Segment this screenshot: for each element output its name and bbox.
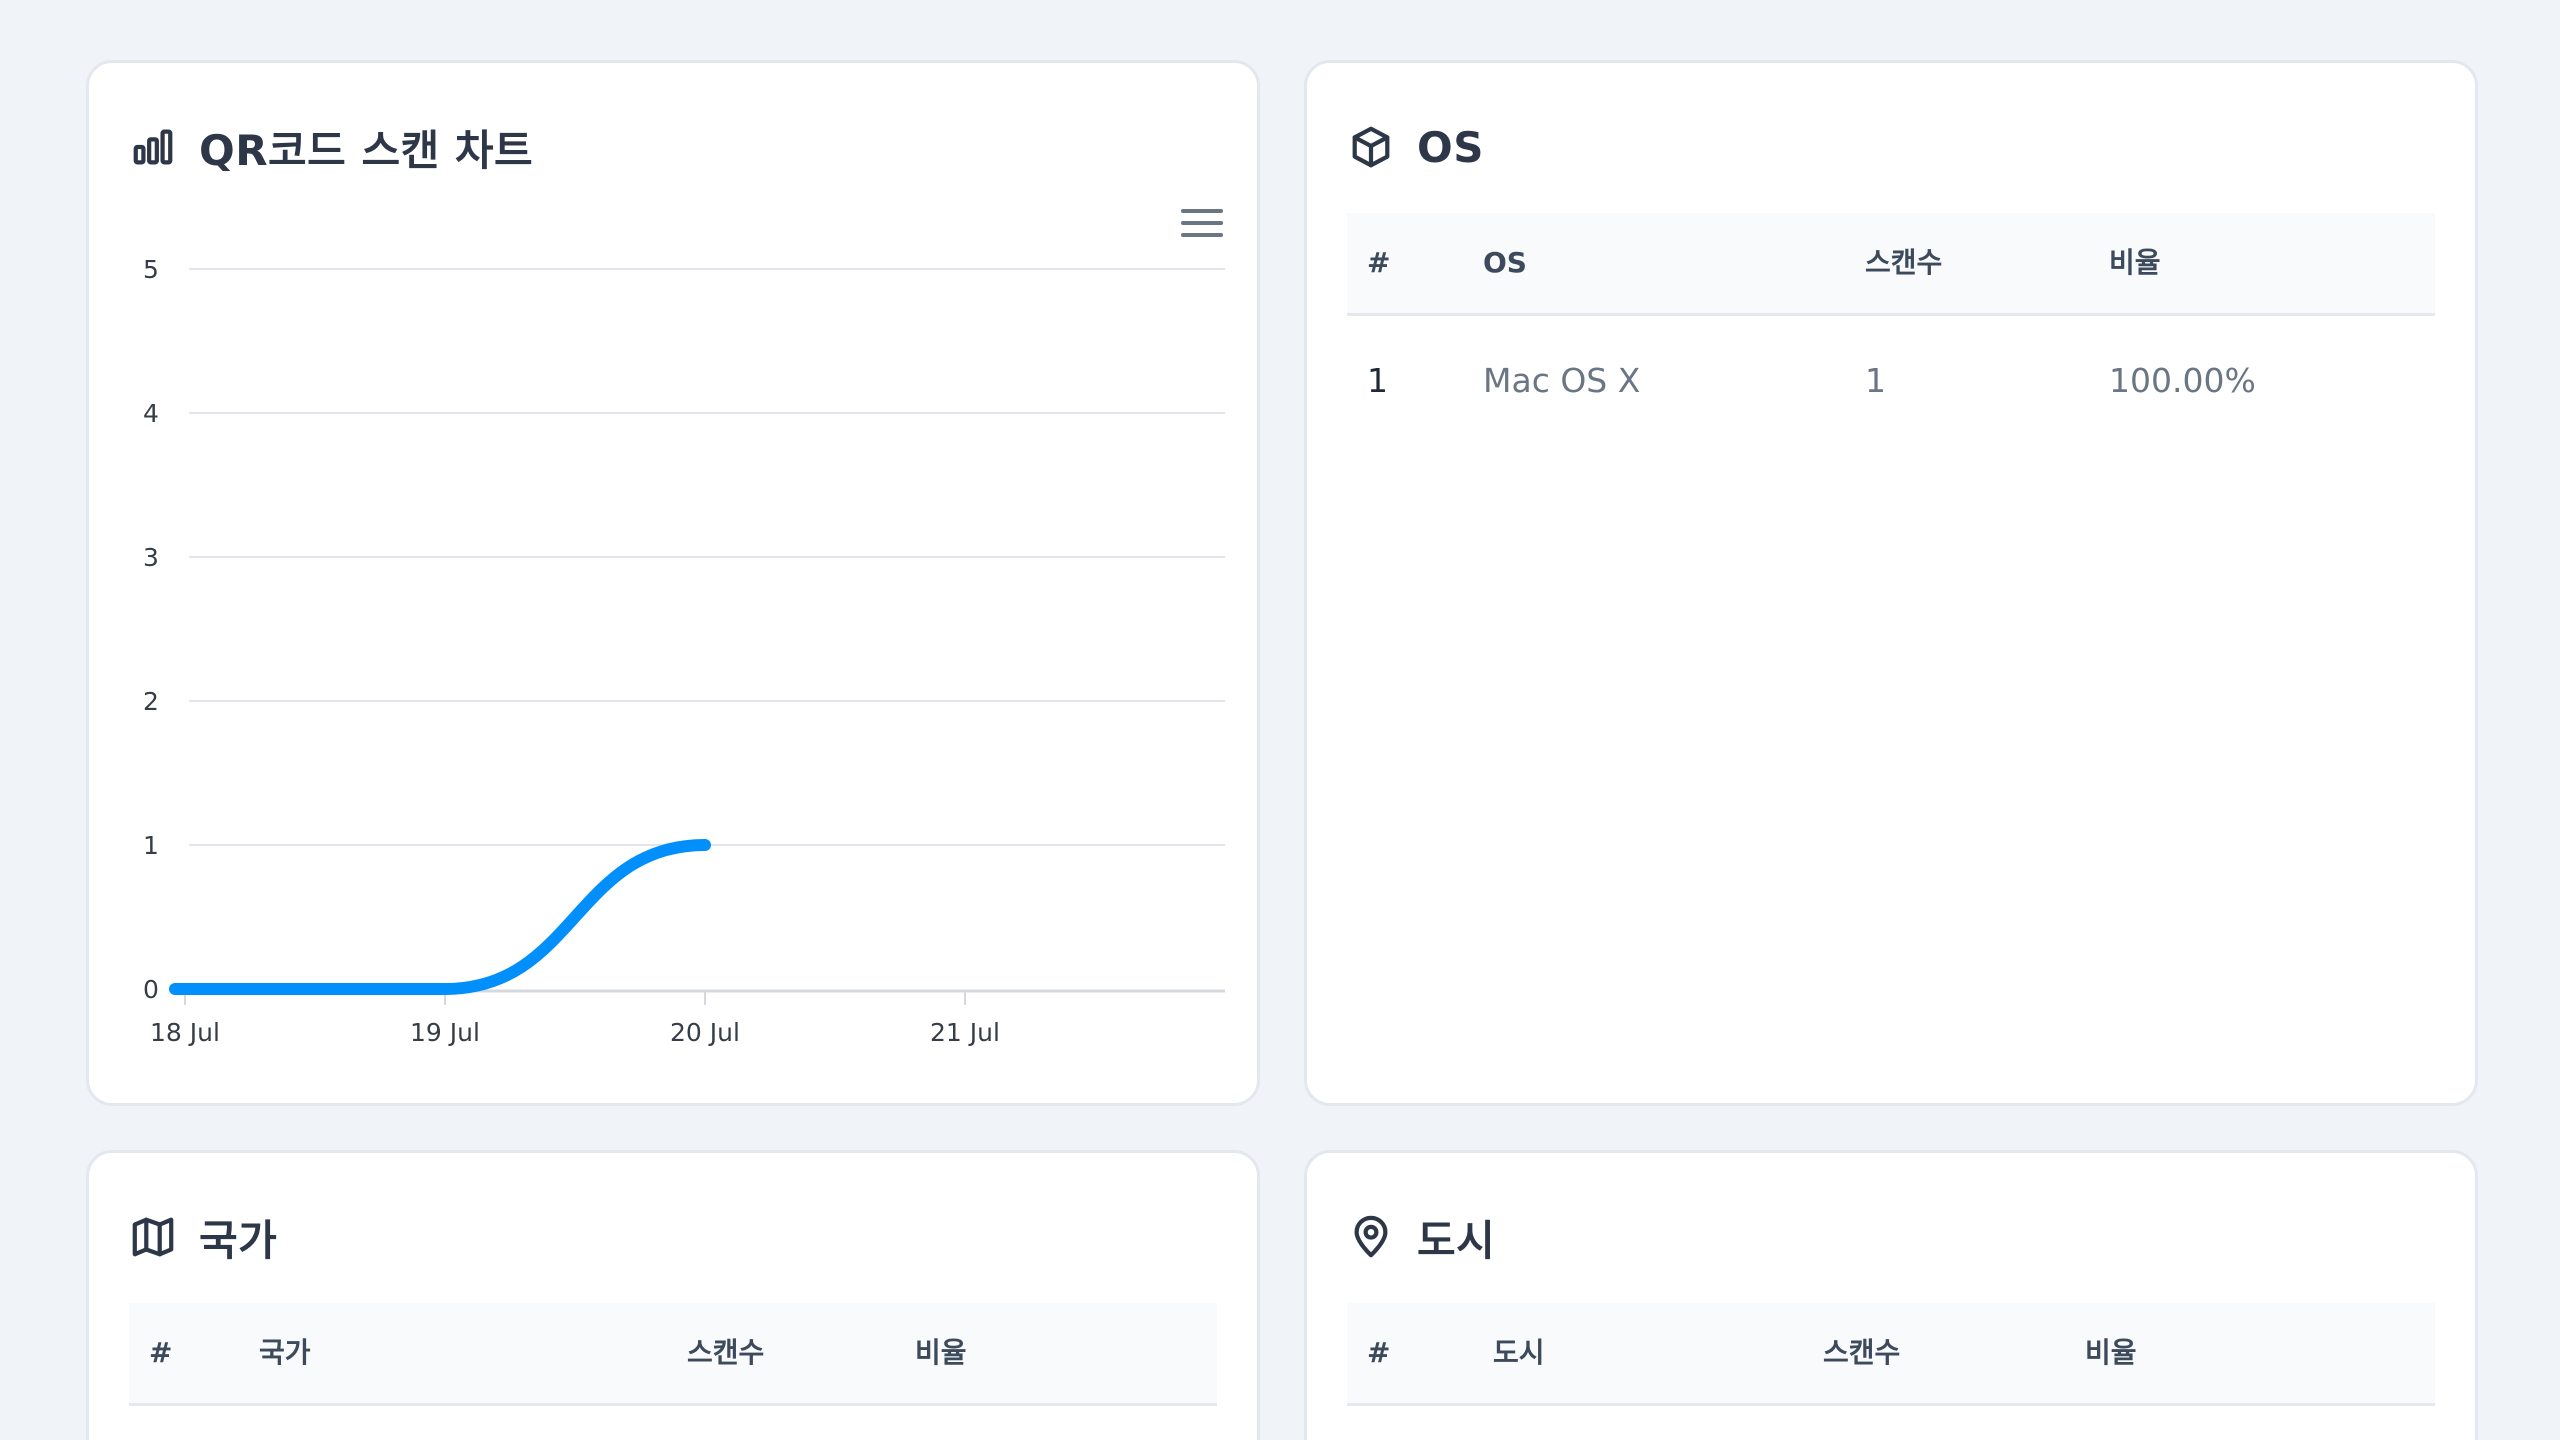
city-table: # 도시 스캔수 비율 [1347, 1303, 2435, 1406]
y-tick-label: 4 [143, 399, 159, 428]
column-header-country: 국가 [259, 1336, 311, 1369]
row-scans: 1 [1865, 361, 1886, 400]
map-pin-icon [1347, 1213, 1395, 1261]
country-table-header: # 국가 스캔수 비율 [129, 1303, 1217, 1406]
column-header-city: 도시 [1493, 1336, 1545, 1369]
os-title: OS [1417, 122, 1484, 172]
country-header: 국가 [129, 1205, 277, 1269]
series-line [169, 839, 711, 996]
column-header-index: # [1367, 246, 1391, 279]
row-index: 1 [1367, 361, 1388, 400]
row-os-name: Mac OS X [1483, 361, 1641, 400]
city-title: 도시 [1417, 1215, 1496, 1265]
x-tick-label: 19 Jul [410, 1018, 480, 1047]
y-tick-label: 3 [143, 543, 159, 572]
os-card: OS # OS 스캔수 비율 1 Mac OS X 1 100.00% [1304, 60, 2478, 1106]
city-table-header: # 도시 스캔수 비율 [1347, 1303, 2435, 1406]
city-header: 도시 [1347, 1205, 1495, 1269]
column-header-ratio: 비율 [915, 1336, 967, 1369]
column-header-scans: 스캔수 [1823, 1336, 1901, 1369]
y-tick-label: 5 [143, 255, 159, 284]
os-table: # OS 스캔수 비율 1 Mac OS X 1 100.00% [1347, 213, 2435, 446]
x-tick-label: 21 Jul [930, 1018, 1000, 1047]
scan-chart-card: QR코드 스캔 차트 0 1 2 3 4 5 18 Jul 19 Jul 20 Jul 21 Ju… [86, 60, 1260, 1106]
country-table: # 국가 스캔수 비율 [129, 1303, 1217, 1406]
country-title: 국가 [199, 1215, 278, 1265]
x-tick-label: 20 Jul [670, 1018, 740, 1047]
y-tick-label: 1 [143, 831, 159, 860]
column-header-scans: 스캔수 [1865, 246, 1943, 279]
table-row: 1 Mac OS X 1 100.00% [1347, 316, 2435, 446]
column-header-index: # [1367, 1336, 1391, 1369]
scan-line-chart: 0 1 2 3 4 5 18 Jul 19 Jul 20 Jul 21 Jul [143, 255, 1225, 1047]
column-header-ratio: 비율 [2109, 246, 2161, 279]
y-tick-label: 2 [143, 687, 159, 716]
y-tick-label: 0 [143, 975, 159, 1004]
country-card: 국가 # 국가 스캔수 비율 [86, 1150, 1260, 1440]
column-header-os: OS [1483, 246, 1527, 279]
row-ratio: 100.00% [2109, 361, 2256, 400]
city-card: 도시 # 도시 스캔수 비율 [1304, 1150, 2478, 1440]
column-header-scans: 스캔수 [687, 1336, 765, 1369]
column-header-ratio: 비율 [2085, 1336, 2137, 1369]
x-tick-label: 18 Jul [150, 1018, 220, 1047]
cube-icon [1347, 123, 1395, 171]
map-icon [129, 1213, 177, 1261]
column-header-index: # [149, 1336, 173, 1369]
os-header: OS [1347, 115, 1484, 179]
os-table-header: # OS 스캔수 비율 [1347, 213, 2435, 316]
dashboard-page: QR코드 스캔 차트 0 1 2 3 4 5 18 Jul 19 Jul 20 Jul 21 Ju… [0, 0, 2560, 1440]
